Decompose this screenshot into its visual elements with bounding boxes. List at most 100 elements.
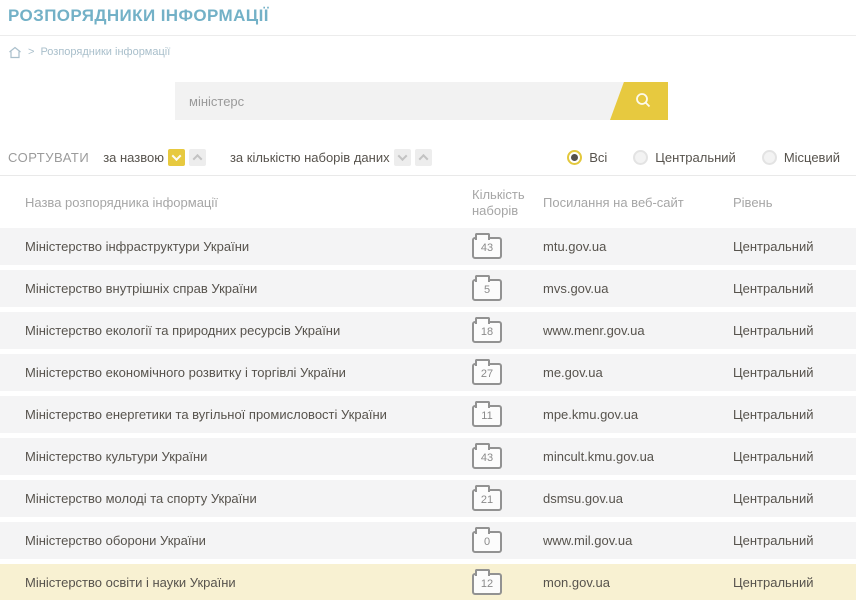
search-bar: [175, 82, 668, 120]
org-name: Міністерство внутрішніх справ України: [25, 281, 472, 296]
search-icon: [634, 91, 652, 112]
dataset-count-cell: 27: [472, 360, 543, 385]
dataset-count-cell: 43: [472, 234, 543, 259]
folder-icon: 18: [472, 321, 502, 343]
table-body: Міністерство інфраструктури України 43 m…: [0, 228, 856, 600]
sort-option-by-name: за назвою: [103, 149, 206, 166]
sort-label: СОРТУВАТИ: [8, 150, 89, 165]
dataset-count: 18: [481, 327, 493, 338]
chevron-up-icon: [418, 153, 428, 163]
website-link[interactable]: mpe.kmu.gov.ua: [543, 407, 733, 422]
dataset-count-cell: 21: [472, 486, 543, 511]
folder-icon: 21: [472, 489, 502, 511]
org-name: Міністерство оборони України: [25, 533, 472, 548]
column-header-level: Рівень: [733, 195, 856, 211]
table-row[interactable]: Міністерство освіти і науки України 12 m…: [0, 564, 856, 600]
folder-icon: 43: [472, 237, 502, 259]
folder-icon: 11: [472, 405, 502, 427]
filter-central-label: Центральний: [655, 150, 736, 165]
home-icon[interactable]: [8, 46, 22, 59]
org-name: Міністерство інфраструктури України: [25, 239, 472, 254]
dataset-count-cell: 18: [472, 318, 543, 343]
table-row[interactable]: Міністерство молоді та спорту України 21…: [0, 480, 856, 517]
page-title: РОЗПОРЯДНИКИ ІНФОРМАЦІЇ: [8, 6, 856, 26]
level-label: Центральний: [733, 575, 856, 590]
level-label: Центральний: [733, 323, 856, 338]
radio-icon: [633, 150, 648, 165]
filter-all-label: Всі: [589, 150, 607, 165]
dataset-count: 11: [481, 411, 492, 422]
dataset-count-cell: 0: [472, 528, 543, 553]
dataset-count-cell: 12: [472, 570, 543, 595]
dataset-count: 43: [481, 243, 493, 254]
folder-icon: 43: [472, 447, 502, 469]
sort-by-name-desc-button[interactable]: [168, 149, 185, 166]
page: РОЗПОРЯДНИКИ ІНФОРМАЦІЇ > Розпорядники і…: [0, 0, 856, 600]
website-link[interactable]: me.gov.ua: [543, 365, 733, 380]
folder-icon: 12: [472, 573, 502, 595]
title-bar: РОЗПОРЯДНИКИ ІНФОРМАЦІЇ: [0, 0, 856, 36]
dataset-count: 0: [484, 537, 490, 548]
column-header-link: Посилання на веб-сайт: [543, 195, 733, 211]
level-label: Центральний: [733, 491, 856, 506]
org-name: Міністерство економічного розвитку і тор…: [25, 365, 472, 380]
chevron-up-icon: [193, 153, 203, 163]
website-link[interactable]: mincult.kmu.gov.ua: [543, 449, 733, 464]
dataset-count: 21: [481, 495, 493, 506]
radio-icon: [762, 150, 777, 165]
table-row[interactable]: Міністерство інфраструктури України 43 m…: [0, 228, 856, 265]
table-header: Назва розпорядника інформації Кількість …: [0, 175, 856, 228]
filter-radio-all[interactable]: Всі: [567, 150, 607, 165]
sort-by-count-label[interactable]: за кількістю наборів даних: [230, 150, 390, 165]
search-input[interactable]: [175, 82, 668, 120]
dataset-count: 5: [484, 285, 490, 296]
sort-by-name-label[interactable]: за назвою: [103, 150, 164, 165]
breadcrumb-current: Розпорядники інформації: [40, 46, 170, 58]
dataset-count: 43: [481, 453, 493, 464]
website-link[interactable]: mon.gov.ua: [543, 575, 733, 590]
chevron-down-icon: [397, 151, 407, 161]
folder-icon: 27: [472, 363, 502, 385]
org-name: Міністерство культури України: [25, 449, 472, 464]
dataset-count: 27: [481, 369, 493, 380]
level-label: Центральний: [733, 407, 856, 422]
level-label: Центральний: [733, 533, 856, 548]
level-label: Центральний: [733, 239, 856, 254]
table-row[interactable]: Міністерство економічного розвитку і тор…: [0, 354, 856, 391]
filter-radio-local[interactable]: Місцевий: [762, 150, 840, 165]
folder-icon: 5: [472, 279, 502, 301]
level-label: Центральний: [733, 365, 856, 380]
website-link[interactable]: mtu.gov.ua: [543, 239, 733, 254]
breadcrumb-separator: >: [28, 46, 34, 58]
table-row[interactable]: Міністерство культури України 43 mincult…: [0, 438, 856, 475]
dataset-count-cell: 5: [472, 276, 543, 301]
level-label: Центральний: [733, 449, 856, 464]
column-header-name: Назва розпорядника інформації: [25, 195, 472, 211]
table-row[interactable]: Міністерство екології та природних ресур…: [0, 312, 856, 349]
website-link[interactable]: www.menr.gov.ua: [543, 323, 733, 338]
website-link[interactable]: dsmsu.gov.ua: [543, 491, 733, 506]
website-link[interactable]: mvs.gov.ua: [543, 281, 733, 296]
sort-option-by-count: за кількістю наборів даних: [230, 149, 432, 166]
radio-icon: [567, 150, 582, 165]
sort-by-count-asc-button[interactable]: [415, 149, 432, 166]
breadcrumb: > Розпорядники інформації: [8, 44, 856, 60]
dataset-count: 12: [481, 579, 493, 590]
org-name: Міністерство освіти і науки України: [25, 575, 472, 590]
filter-radio-central[interactable]: Центральний: [633, 150, 736, 165]
column-header-count: Кількість наборів: [472, 187, 534, 219]
level-filters: Всі Центральний Місцевий: [567, 150, 848, 165]
table-row[interactable]: Міністерство внутрішніх справ України 5 …: [0, 270, 856, 307]
sort-by-count-desc-button[interactable]: [394, 149, 411, 166]
org-name: Міністерство молоді та спорту України: [25, 491, 472, 506]
level-label: Центральний: [733, 281, 856, 296]
table-row[interactable]: Міністерство енергетики та вугільної про…: [0, 396, 856, 433]
org-name: Міністерство екології та природних ресур…: [25, 323, 472, 338]
dataset-count-cell: 11: [472, 402, 543, 427]
folder-icon: 0: [472, 531, 502, 553]
filter-local-label: Місцевий: [784, 150, 840, 165]
dataset-count-cell: 43: [472, 444, 543, 469]
table-row[interactable]: Міністерство оборони України 0 www.mil.g…: [0, 522, 856, 559]
sort-by-name-asc-button[interactable]: [189, 149, 206, 166]
website-link[interactable]: www.mil.gov.ua: [543, 533, 733, 548]
